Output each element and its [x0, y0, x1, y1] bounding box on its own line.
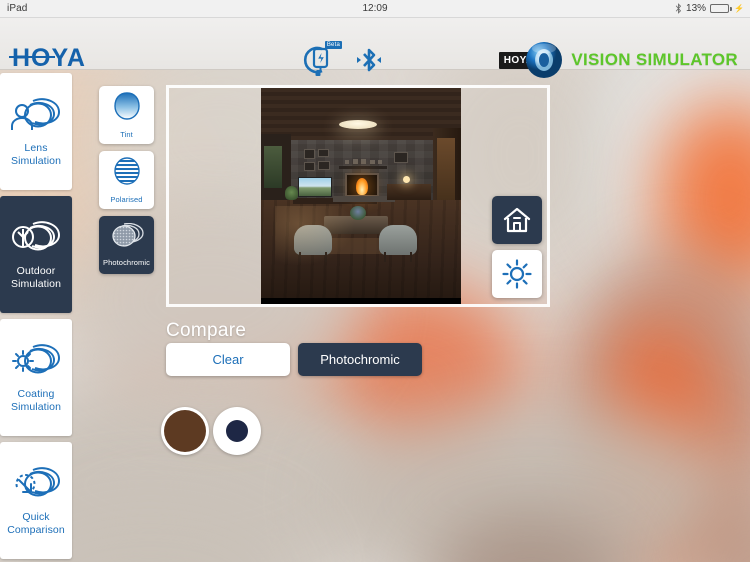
tab-tint[interactable]: Tint [99, 86, 154, 144]
sun-icon [502, 259, 532, 289]
sidebar-label-line1: Coating [17, 387, 55, 400]
sidebar-label-line1: Outdoor [16, 264, 56, 277]
home-scene-button[interactable] [492, 196, 542, 244]
photochromic-lens-icon [110, 222, 144, 254]
lens-tree-icon [9, 219, 63, 259]
sidebar-label-line2: Simulation [10, 154, 62, 167]
vision-simulator-title: VISION SIMULATOR [571, 50, 738, 69]
tab-polarised[interactable]: Polarised [99, 151, 154, 209]
vision-simulator-logo: HOYA VISION SIMULATOR [498, 40, 738, 80]
hoya-logo-strike [9, 56, 55, 58]
color-swatch-row [161, 407, 261, 455]
compare-buttons-row: Clear Photochromic [166, 343, 422, 376]
app-header: HOYA Beta HOYA VISION SIMULATOR [0, 18, 750, 78]
battery-icon: ⚡ [710, 4, 744, 13]
clear-button[interactable]: Clear [166, 343, 290, 376]
swatch-dark-navy-fill [226, 420, 248, 442]
vision-eye-icon [524, 40, 564, 80]
indoor-living-room-scene [261, 88, 461, 304]
sidebar-item-coating-simulation[interactable]: Coating Simulation [0, 319, 72, 436]
compare-section-title: Compare [166, 320, 247, 341]
lens-sun-icon [9, 342, 63, 382]
hoya-brand-text: HOYA [12, 44, 86, 72]
swatch-brown-fill [164, 410, 206, 452]
polarised-lens-icon [112, 156, 142, 191]
tab-label: Tint [120, 130, 133, 139]
beta-badge-label: Beta [324, 40, 342, 49]
armchair-right [379, 225, 417, 262]
battery-percent-label: 13% [686, 3, 707, 14]
lens-arrow-icon [9, 465, 63, 505]
tint-lens-icon [112, 91, 142, 126]
sidebar-label-line1: Lens [24, 141, 48, 154]
main-sidebar: Lens Simulation Outdoor Simulation Coati… [0, 70, 76, 562]
lens-mode-tabs: Tint Polarised Photochromic [99, 86, 154, 281]
battery-beta-icon[interactable]: Beta [300, 40, 342, 82]
home-icon [503, 207, 531, 233]
charging-bolt-icon: ⚡ [734, 4, 744, 13]
header-center-icons: Beta [300, 40, 400, 84]
hoya-brand-logo: HOYA [9, 44, 86, 73]
status-clock: 12:09 [362, 3, 388, 14]
tab-label: Photochromic [102, 258, 151, 267]
sidebar-item-outdoor-simulation[interactable]: Outdoor Simulation [0, 196, 72, 313]
ios-status-bar: iPad 12:09 13% ⚡ [0, 0, 750, 18]
bluetooth-icon [675, 3, 682, 14]
sidebar-item-lens-simulation[interactable]: Lens Simulation [0, 73, 72, 190]
sidebar-label-line2: Simulation [10, 400, 62, 413]
sidebar-item-quick-comparison[interactable]: Quick Comparison [0, 442, 72, 559]
tab-label: Polarised [110, 195, 143, 204]
status-right-group: 13% ⚡ [675, 3, 744, 14]
sidebar-label-line2: Simulation [10, 277, 62, 290]
sun-scene-button[interactable] [492, 250, 542, 298]
lens-person-icon [9, 96, 63, 136]
ceiling-light [339, 120, 377, 129]
swatch-brown[interactable] [161, 407, 209, 455]
sidebar-label-line2: Comparison [7, 523, 65, 536]
sidebar-label-line1: Quick [22, 510, 50, 523]
swatch-dark-navy[interactable] [213, 407, 261, 455]
bluetooth-icon[interactable] [354, 45, 384, 80]
tab-photochromic[interactable]: Photochromic [99, 216, 154, 274]
compare-photochromic-button[interactable]: Photochromic [298, 343, 422, 376]
scene-switch-buttons [492, 196, 542, 304]
